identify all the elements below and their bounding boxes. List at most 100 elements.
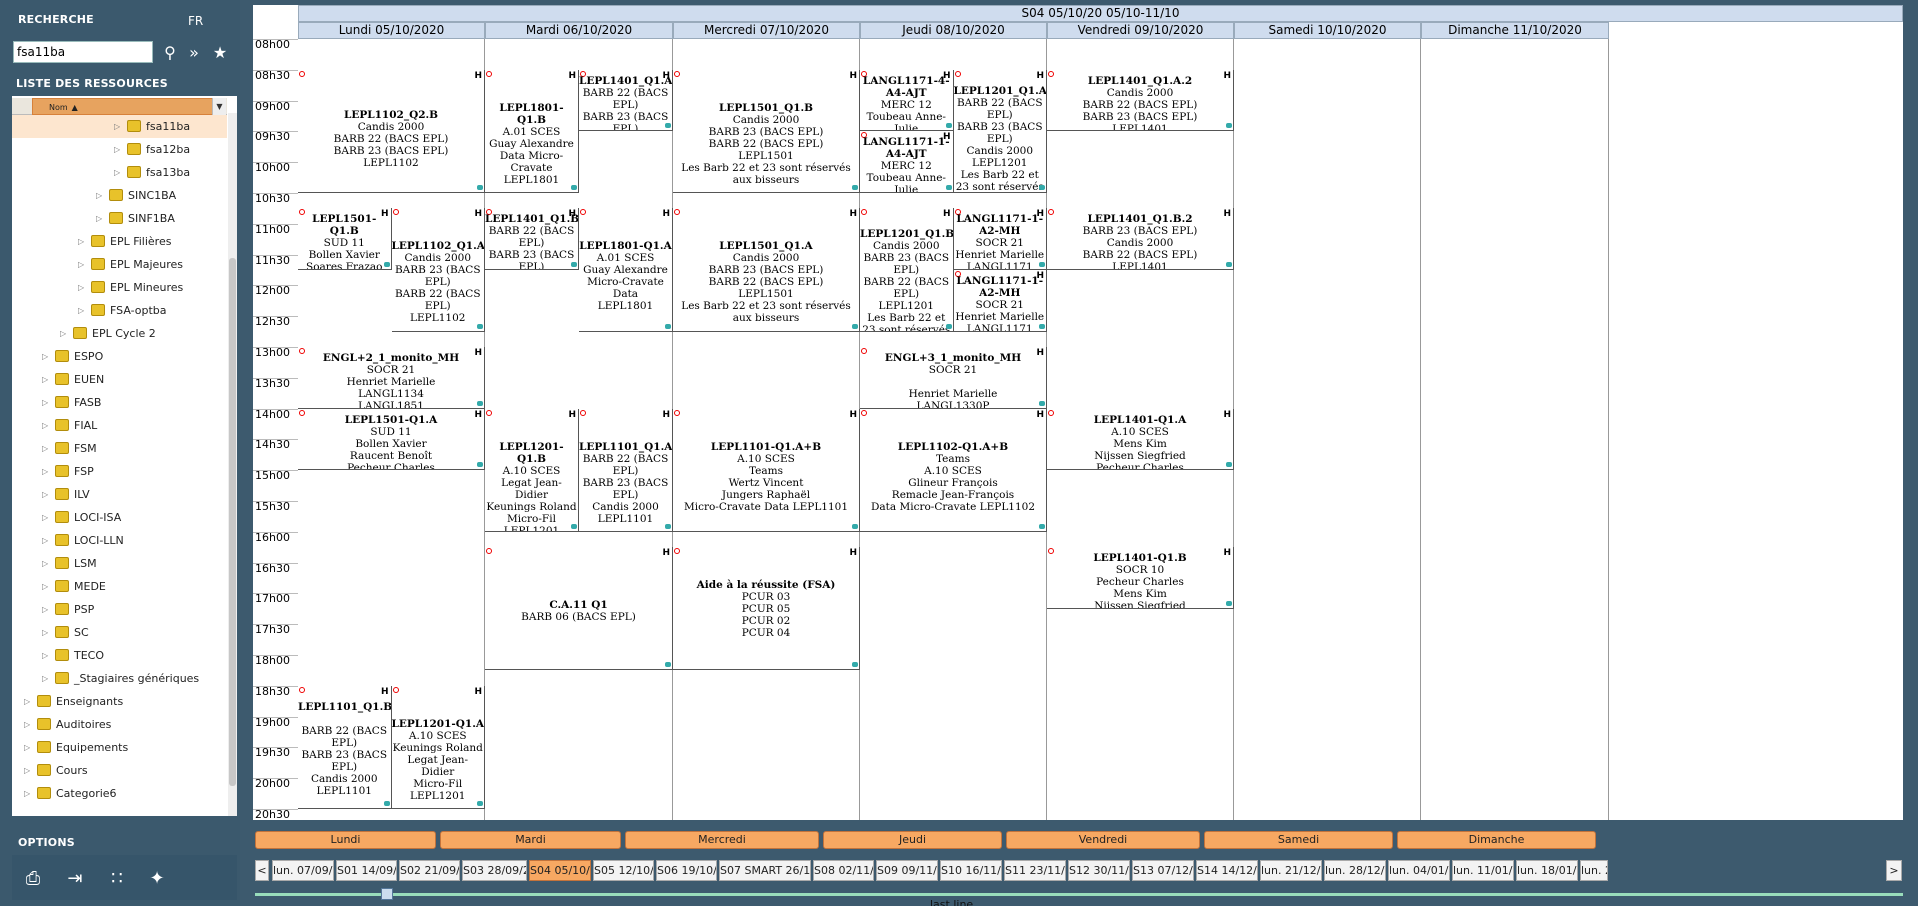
expand-arrow-icon[interactable]: ▷ (24, 690, 30, 713)
expand-arrow-icon[interactable]: ▷ (24, 736, 30, 759)
week-tab[interactable]: S11 23/11/20 (1004, 860, 1066, 881)
tree-item[interactable]: ▷ fsa12ba (12, 138, 227, 161)
event-block[interactable]: H LEPL1401_Q1.B.2 BARB 23 (BACS EPL) Candis… (1047, 208, 1234, 270)
event-block[interactable]: H LEPL1401-Q1.B SOCR 10 Pecheur Charles Mens… (1047, 547, 1234, 609)
week-tab[interactable]: lun. 04/01/21 (1388, 860, 1450, 881)
expand-arrow-icon[interactable]: ▷ (78, 253, 84, 276)
expand-arrow-icon[interactable]: ▷ (42, 621, 48, 644)
rss-icon[interactable]: ∷ (104, 867, 130, 891)
week-slider-track[interactable] (255, 893, 1903, 896)
expand-arrow-icon[interactable]: ▷ (42, 575, 48, 598)
week-tab[interactable]: S01 14/09/20 (336, 860, 397, 881)
expand-arrow-icon[interactable]: ▷ (42, 483, 48, 506)
print-icon[interactable]: ⎙ (20, 867, 46, 891)
event-block[interactable]: H LEPL1401_Q1.A.1 BARB 22 (BACS EPL) BARB 2… (579, 69, 673, 132)
week-tab[interactable]: lun. 2 (1580, 860, 1608, 881)
week-tab[interactable]: S10 16/11/20 (940, 860, 1002, 881)
search-icon[interactable]: ⚲ (160, 43, 180, 63)
event-block[interactable]: H LEPL1501-Q1.A SUD 11 Bollen Xavier Raucent… (298, 408, 485, 471)
tree-item[interactable]: ▷ EPL Filières (12, 230, 227, 253)
expand-arrow-icon[interactable]: ▷ (114, 161, 120, 184)
search-input[interactable] (13, 41, 153, 63)
prev-week-button[interactable]: < (255, 860, 269, 881)
tree-item[interactable]: ▷ SC (12, 621, 227, 644)
week-tab[interactable]: S09 09/11/20 (876, 860, 938, 881)
event-block[interactable]: H ENGL+2_1_monito_MH SOCR 21 Henriet Mariel… (298, 347, 485, 409)
event-block[interactable]: H LEPL1101_Q1.A BARB 22 (BACS EPL) BARB 23 … (579, 408, 673, 532)
event-block[interactable]: H LEPL1801-Q1.B A.01 SCES Guay Alexandre Dat… (485, 69, 579, 193)
tree-item[interactable]: ▷ Equipements (12, 736, 227, 759)
tree-item[interactable]: ▷ FSP (12, 460, 227, 483)
tree-scrollbar[interactable] (228, 113, 237, 816)
expand-arrow-icon[interactable]: ▷ (42, 391, 48, 414)
tree-item[interactable]: ▷ FIAL (12, 414, 227, 437)
event-block[interactable]: H LEPL1501_Q1.A Candis 2000 BARB 23 (BACS E… (673, 208, 860, 332)
name-column-header[interactable]: Nom ▲ (32, 98, 224, 115)
day-tab[interactable]: Jeudi (823, 831, 1002, 849)
week-tab[interactable]: S06 19/10/20 (656, 860, 717, 881)
week-tab[interactable]: S05 12/10/20 (593, 860, 654, 881)
tree-item[interactable]: ▷ Enseignants (12, 690, 227, 713)
favorite-star-icon[interactable]: ★ (210, 43, 230, 63)
event-block[interactable]: H LANGL1171-1-A4-AJT MERC 12 Toubeau Anne-J… (860, 131, 954, 193)
week-tab[interactable]: lun. 28/12/20 (1324, 860, 1386, 881)
tree-item[interactable]: ▷ LOCI-ISA (12, 506, 227, 529)
event-block[interactable]: H C.A.11 Q1 BARB 06 (BACS EPL) (485, 547, 673, 671)
event-block[interactable]: H LEPL1401_Q1.A.2 Candis 2000 BARB 22 (BACS… (1047, 69, 1234, 132)
tree-item[interactable]: ▷ EPL Cycle 2 (12, 322, 227, 345)
week-tab[interactable]: lun. 18/01/21 (1516, 860, 1578, 881)
tree-item[interactable]: ▷ FASB (12, 391, 227, 414)
day-tab[interactable]: Mardi (440, 831, 621, 849)
tree-item[interactable]: ▷ Categorie6 (12, 782, 227, 805)
tree-item[interactable]: ▷ fsa13ba (12, 161, 227, 184)
tree-item[interactable]: ▷ FSM (12, 437, 227, 460)
expand-arrow-icon[interactable]: ▷ (42, 506, 48, 529)
tree-item[interactable]: ▷ fsa11ba (12, 115, 227, 138)
event-block[interactable]: H LEPL1501-Q1.B SUD 11 Bollen Xavier Soares … (298, 208, 392, 270)
expand-arrow-icon[interactable]: ▷ (96, 207, 102, 230)
day-tab[interactable]: Samedi (1204, 831, 1393, 849)
expand-arrow-icon[interactable]: ▷ (60, 322, 66, 345)
expand-arrow-icon[interactable]: ▷ (42, 644, 48, 667)
expand-arrow-icon[interactable]: ▷ (78, 276, 84, 299)
tree-item[interactable]: ▷ LOCI-LLN (12, 529, 227, 552)
expand-arrow-icon[interactable]: ▷ (42, 437, 48, 460)
day-tab[interactable]: Mercredi (625, 831, 819, 849)
expand-arrow-icon[interactable]: ▷ (42, 368, 48, 391)
event-block[interactable]: H LEPL1401-Q1.A A.10 SCES Mens Kim Nijssen S… (1047, 408, 1234, 471)
week-tab[interactable]: S04 05/10/20 (529, 860, 591, 881)
tree-item[interactable]: ▷ _Stagiaires génériques (12, 667, 227, 690)
week-tab[interactable]: lun. 11/01/21 (1452, 860, 1514, 881)
tree-item[interactable]: ▷ MEDE (12, 575, 227, 598)
tree-item[interactable]: ▷ Cours (12, 759, 227, 782)
expand-arrow-icon[interactable]: ▷ (42, 529, 48, 552)
week-tab[interactable]: S08 02/11/20 (813, 860, 874, 881)
event-block[interactable]: H Aide à la réussite (FSA) PCUR 03 PCUR 05 P… (673, 547, 860, 671)
event-block[interactable]: H LANGL1171-1-A2-MH SOCR 21 Henriet Mariell… (953, 270, 1047, 332)
week-tab[interactable]: lun. 21/12/20 (1260, 860, 1322, 881)
tree-scrollbar-thumb[interactable] (229, 258, 236, 786)
tree-item[interactable]: ▷ ILV (12, 483, 227, 506)
event-block[interactable]: H LEPL1102_Q2.B Candis 2000 BARB 22 (BACS E… (298, 69, 485, 193)
tree-item[interactable]: ▷ Auditoires (12, 713, 227, 736)
expand-arrow-icon[interactable]: ▷ (24, 782, 30, 805)
day-tab[interactable]: Dimanche (1397, 831, 1596, 849)
language-selector[interactable]: FR (188, 14, 203, 28)
event-block[interactable]: H LEPL1102-Q1.A+B Teams A.10 SCES Glineur Fr… (860, 408, 1047, 532)
tree-item[interactable]: ▷ ESPO (12, 345, 227, 368)
tree-item[interactable]: ▷ EUEN (12, 368, 227, 391)
event-block[interactable]: H LEPL1201_Q1.B Candis 2000 BARB 23 (BACS E… (860, 208, 954, 332)
expand-arrow-icon[interactable]: ▷ (96, 184, 102, 207)
week-slider-handle[interactable] (381, 888, 393, 900)
event-block[interactable]: H LANGL1171-4-A4-AJT MERC 12 Toubeau Anne-J… (860, 69, 954, 132)
expand-arrow-icon[interactable]: ▷ (42, 552, 48, 575)
tree-item[interactable]: ▷ SINC1BA (12, 184, 227, 207)
tree-item[interactable]: ▷ TECO (12, 644, 227, 667)
magic-wand-icon[interactable]: ✦ (144, 867, 170, 891)
expand-arrow-icon[interactable]: ▷ (42, 667, 48, 690)
week-tab[interactable]: S13 07/12/20 (1132, 860, 1194, 881)
event-block[interactable]: H LEPL1101_Q1.B BARB 22 (BACS EPL) BARB 23 … (298, 685, 392, 809)
expand-arrow-icon[interactable]: ▷ (24, 713, 30, 736)
tree-item[interactable]: ▷ EPL Mineures (12, 276, 227, 299)
expand-arrow-icon[interactable]: ▷ (42, 414, 48, 437)
